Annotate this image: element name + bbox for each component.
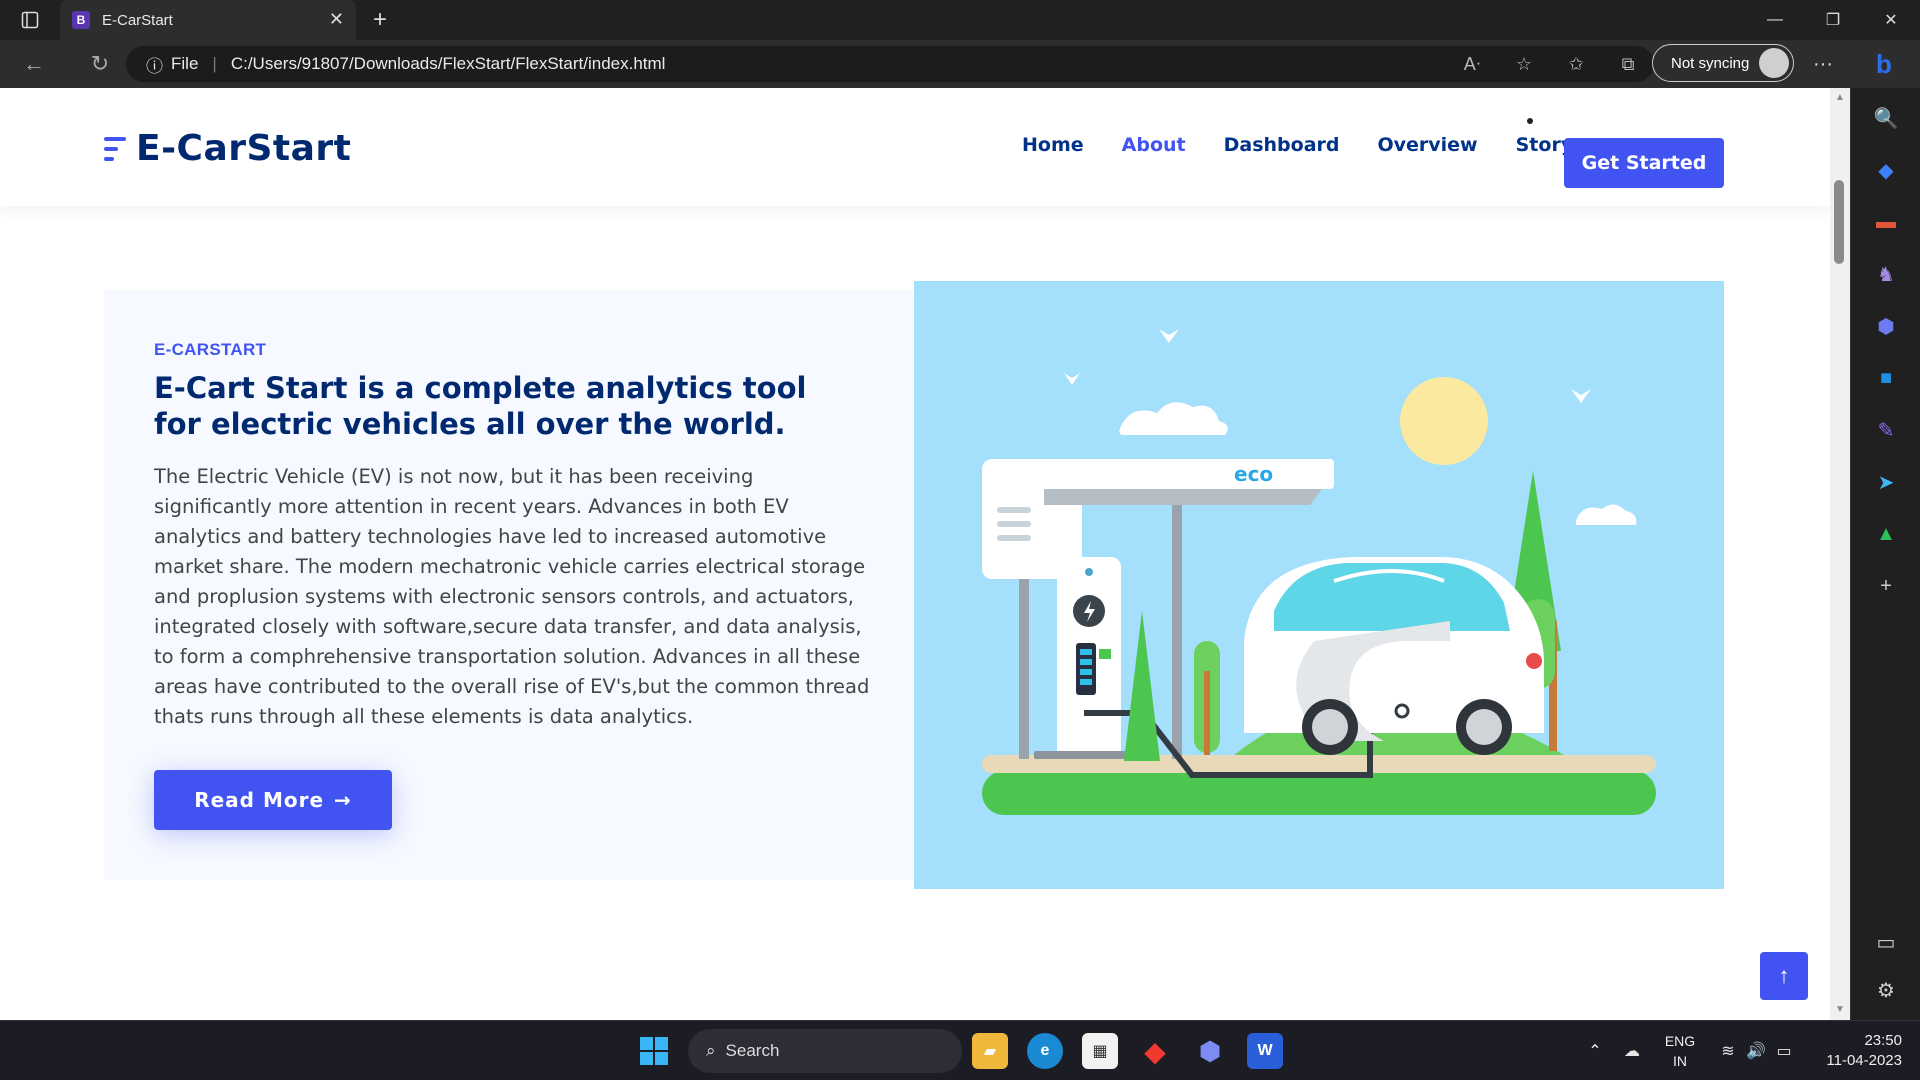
sidebar-toggle-icon[interactable]: ▭ bbox=[1870, 926, 1902, 958]
file-explorer-icon[interactable]: ▰ bbox=[972, 1033, 1008, 1069]
sync-label: Not syncing bbox=[1671, 54, 1750, 72]
designer-icon[interactable]: ✎ bbox=[1870, 414, 1902, 446]
about-eyebrow: E-CARSTART bbox=[154, 340, 267, 359]
browser-title-bar: B E-CarStart ✕ + — ❐ ✕ bbox=[0, 0, 1920, 40]
read-aloud-icon[interactable]: Aᐧ bbox=[1446, 46, 1498, 82]
taskbar-search-label: Search bbox=[725, 1041, 780, 1060]
address-url: C:/Users/91807/Downloads/FlexStart/FlexS… bbox=[230, 54, 666, 73]
ev-charging-illustration: eco bbox=[914, 281, 1724, 889]
cursor-dot bbox=[1527, 118, 1533, 124]
logo-icon bbox=[104, 133, 126, 165]
tab-close-icon[interactable]: ✕ bbox=[329, 10, 344, 28]
new-tab-icon[interactable]: + bbox=[360, 0, 400, 40]
windows-taskbar: ⌕ Search ▰ e ▦ ◆ ⬢ W ⌃ ☁ ENG IN ≋ 🔊 ▭ 23… bbox=[0, 1020, 1920, 1080]
nav-about[interactable]: About bbox=[1122, 134, 1186, 156]
scroll-up-icon[interactable]: ▲ bbox=[1834, 92, 1846, 104]
ms-store-icon[interactable]: ▦ bbox=[1082, 1033, 1118, 1069]
add-favorite-icon[interactable]: ☆ bbox=[1498, 46, 1550, 82]
app-red-icon[interactable]: ◆ bbox=[1137, 1033, 1173, 1069]
read-more-label: Read More bbox=[194, 788, 325, 812]
browser-sidebar: 🔍 ◆ ▬ ♞ ⬢ ■ ✎ ➤ ▲ + ▭ ⚙ bbox=[1850, 88, 1920, 1020]
battery-icon[interactable]: ▭ bbox=[1770, 1041, 1798, 1061]
browser-tab[interactable]: B E-CarStart ✕ bbox=[60, 0, 356, 40]
refresh-icon[interactable]: ↻ bbox=[76, 44, 124, 84]
nav-dashboard[interactable]: Dashboard bbox=[1224, 134, 1340, 156]
edge-browser-icon[interactable]: e bbox=[1027, 1033, 1063, 1069]
clock-time: 23:50 bbox=[1864, 1032, 1902, 1049]
taskbar-search[interactable]: ⌕ Search bbox=[688, 1029, 962, 1073]
scrollbar-thumb[interactable] bbox=[1834, 180, 1844, 264]
scroll-down-icon[interactable]: ▼ bbox=[1834, 1004, 1846, 1016]
logo-text: E-CarStart bbox=[136, 128, 352, 169]
tree-icon[interactable]: ▲ bbox=[1870, 518, 1902, 550]
back-icon[interactable]: ← bbox=[10, 44, 58, 84]
tab-favicon-icon: B bbox=[72, 11, 90, 29]
about-body: The Electric Vehicle (EV) is not now, bu… bbox=[154, 465, 870, 728]
lang-code: ENG bbox=[1664, 1033, 1696, 1049]
back-to-top-button[interactable]: ↑ bbox=[1760, 952, 1808, 1000]
favorites-icon[interactable]: ✩ bbox=[1550, 46, 1602, 82]
address-scheme: File bbox=[171, 54, 199, 73]
send-icon[interactable]: ➤ bbox=[1870, 466, 1902, 498]
outlook-icon[interactable]: ■ bbox=[1870, 362, 1902, 394]
clock-date: 11-04-2023 bbox=[1826, 1052, 1902, 1069]
onedrive-icon[interactable]: ☁ bbox=[1610, 1041, 1654, 1061]
nav-overview[interactable]: Overview bbox=[1377, 134, 1477, 156]
site-header: E-CarStart Home About Dashboard Overview… bbox=[0, 88, 1830, 206]
nav-home[interactable]: Home bbox=[1022, 134, 1084, 156]
web-page: E-CarStart Home About Dashboard Overview… bbox=[0, 88, 1830, 1020]
taskbar-search-icon: ⌕ bbox=[706, 1041, 716, 1060]
main-nav: Home About Dashboard Overview Story bbox=[1022, 134, 1611, 156]
site-logo[interactable]: E-CarStart bbox=[104, 128, 351, 169]
eco-sign: eco bbox=[1234, 462, 1273, 486]
close-window-icon[interactable]: ✕ bbox=[1862, 0, 1920, 40]
volume-icon[interactable]: 🔊 bbox=[1742, 1041, 1770, 1061]
taskbar-clock[interactable]: 23:50 11-04-2023 bbox=[1812, 1031, 1902, 1071]
site-info-icon[interactable]: ⓘ bbox=[146, 52, 163, 77]
about-title: E-Cart Start is a complete analytics too… bbox=[154, 371, 807, 441]
browser-toolbar: ← ↻ ⓘ File | C:/Users/91807/Downloads/Fl… bbox=[0, 40, 1920, 88]
tools-icon[interactable]: ▬ bbox=[1870, 206, 1902, 238]
arrow-right-icon: → bbox=[334, 788, 352, 812]
search-icon[interactable]: 🔍 bbox=[1870, 102, 1902, 134]
wifi-icon[interactable]: ≋ bbox=[1714, 1041, 1742, 1061]
read-more-button[interactable]: Read More → bbox=[154, 770, 392, 830]
more-options-icon[interactable]: ··· bbox=[1800, 44, 1846, 84]
copilot-icon[interactable]: b bbox=[1860, 44, 1908, 84]
show-hidden-icons[interactable]: ⌃ bbox=[1580, 1041, 1610, 1061]
address-separator: | bbox=[212, 54, 217, 73]
shopping-tag-icon[interactable]: ◆ bbox=[1870, 154, 1902, 186]
add-icon[interactable]: + bbox=[1870, 570, 1902, 602]
tab-title: E-CarStart bbox=[102, 11, 173, 29]
minimize-icon[interactable]: — bbox=[1746, 0, 1804, 40]
word-icon[interactable]: W bbox=[1247, 1033, 1283, 1069]
arrow-up-icon: ↑ bbox=[1778, 963, 1790, 988]
copilot-taskbar-icon[interactable]: ⬢ bbox=[1192, 1033, 1228, 1069]
about-content: E-CARSTART E-Cart Start is a complete an… bbox=[104, 290, 915, 880]
profile-avatar bbox=[1759, 48, 1789, 78]
address-bar[interactable]: ⓘ File | C:/Users/91807/Downloads/FlexSt… bbox=[126, 46, 1654, 82]
get-started-button[interactable]: Get Started bbox=[1564, 138, 1724, 188]
games-icon[interactable]: ♞ bbox=[1870, 258, 1902, 290]
windows-start-icon[interactable] bbox=[640, 1037, 668, 1065]
copilot-sidebar-icon[interactable]: ⬢ bbox=[1870, 310, 1902, 342]
restore-icon[interactable]: ❐ bbox=[1804, 0, 1862, 40]
settings-gear-icon[interactable]: ⚙ bbox=[1870, 974, 1902, 1006]
region-code: IN bbox=[1673, 1053, 1687, 1069]
collections-icon[interactable]: ⧉ bbox=[1602, 46, 1654, 82]
language-indicator[interactable]: ENG IN bbox=[1660, 1031, 1700, 1071]
profile-sync-button[interactable]: Not syncing bbox=[1652, 44, 1794, 82]
tab-actions-icon[interactable] bbox=[0, 0, 60, 40]
